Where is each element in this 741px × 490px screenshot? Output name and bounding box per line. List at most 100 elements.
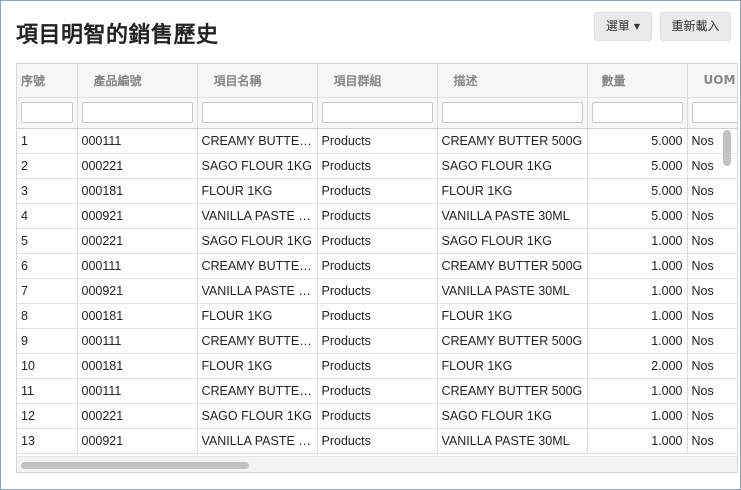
cell-item-group[interactable]: Products xyxy=(317,428,438,454)
cell-row-number[interactable]: 1 xyxy=(17,128,78,154)
cell-product-code[interactable]: 000921 xyxy=(77,203,198,229)
cell-product-code[interactable]: 000111 xyxy=(77,128,198,154)
cell-quantity[interactable]: 5.000 xyxy=(587,128,688,154)
cell-product-code[interactable]: 000181 xyxy=(77,353,198,379)
filter-input[interactable] xyxy=(201,102,313,123)
cell-description[interactable]: SAGO FLOUR 1KG xyxy=(437,403,588,429)
cell-quantity[interactable]: 1.000 xyxy=(587,303,688,329)
cell-uom[interactable]: Nos xyxy=(687,378,737,404)
cell-item-group[interactable]: Products xyxy=(317,328,438,354)
cell-uom[interactable]: Nos xyxy=(687,253,737,279)
cell-row-number[interactable]: 8 xyxy=(17,303,78,329)
cell-item-name[interactable]: CREAMY BUTTER 500G xyxy=(197,378,318,404)
cell-description[interactable]: VANILLA PASTE 30ML xyxy=(437,203,588,229)
cell-quantity[interactable]: 1.000 xyxy=(587,228,688,254)
table-row[interactable]: 1000111CREAMY BUTTER 500GProductsCREAMY … xyxy=(17,128,737,154)
cell-quantity[interactable]: 2.000 xyxy=(587,353,688,379)
cell-item-name[interactable]: VANILLA PASTE 30ML xyxy=(197,428,318,454)
cell-uom[interactable]: Nos xyxy=(687,353,737,379)
column-header[interactable]: 數量 xyxy=(587,64,688,98)
cell-quantity[interactable]: 1.000 xyxy=(587,328,688,354)
horizontal-scrollbar[interactable] xyxy=(17,456,737,472)
cell-product-code[interactable]: 000111 xyxy=(77,328,198,354)
cell-item-name[interactable]: FLOUR 1KG xyxy=(197,178,318,204)
cell-row-number[interactable]: 4 xyxy=(17,203,78,229)
table-row[interactable]: 10 000181 FLOUR 1KG Products FLOUR 1KG 2.000 N… xyxy=(17,353,737,379)
cell-description[interactable]: FLOUR 1KG xyxy=(437,303,588,329)
cell-quantity[interactable]: 1.000 xyxy=(587,253,688,279)
filter-input[interactable] xyxy=(21,102,73,123)
cell-row-number[interactable]: 3 xyxy=(17,178,78,204)
cell-row-number[interactable]: 10 xyxy=(17,353,78,379)
cell-item-name[interactable]: SAGO FLOUR 1KG xyxy=(197,228,318,254)
table-row[interactable]: 8 000181 FLOUR 1KG Products FLOUR 1KG 1.000 No… xyxy=(17,303,737,329)
cell-description[interactable]: VANILLA PASTE 30ML xyxy=(437,278,588,304)
cell-description[interactable]: CREAMY BUTTER 500G xyxy=(437,328,588,354)
cell-item-group[interactable]: Products xyxy=(317,353,438,379)
table-row[interactable]: 3 000181 FLOUR 1KG Products FLOUR 1KG 5.000 No… xyxy=(17,178,737,204)
table-row[interactable]: 4 000921 VANILLA PASTE 30ML Products VANILLA… xyxy=(17,203,737,229)
cell-product-code[interactable]: 000921 xyxy=(77,428,198,454)
cell-product-code[interactable]: 000181 xyxy=(77,303,198,329)
cell-row-number[interactable]: 2 xyxy=(17,153,78,179)
horizontal-scrollbar-thumb[interactable] xyxy=(21,462,249,469)
cell-uom[interactable]: Nos xyxy=(687,328,737,354)
cell-item-group[interactable]: Products xyxy=(317,203,438,229)
cell-product-code[interactable]: 000221 xyxy=(77,228,198,254)
cell-quantity[interactable]: 5.000 xyxy=(587,203,688,229)
filter-input[interactable] xyxy=(81,102,193,123)
cell-description[interactable]: CREAMY BUTTER 500G xyxy=(437,378,588,404)
cell-quantity[interactable]: 5.000 xyxy=(587,178,688,204)
cell-item-group[interactable]: Products xyxy=(317,378,438,404)
cell-description[interactable]: CREAMY BUTTER 500G xyxy=(437,128,588,154)
cell-product-code[interactable]: 000111 xyxy=(77,253,198,279)
cell-product-code[interactable]: 000921 xyxy=(77,278,198,304)
cell-item-name[interactable]: FLOUR 1KG xyxy=(197,303,318,329)
column-header[interactable]: 項目名稱 xyxy=(197,64,318,98)
cell-item-group[interactable]: Products xyxy=(317,303,438,329)
cell-uom[interactable]: Nos xyxy=(687,303,737,329)
cell-item-group[interactable]: Products xyxy=(317,403,438,429)
cell-quantity[interactable]: 1.000 xyxy=(587,428,688,454)
cell-row-number[interactable]: 13 xyxy=(17,428,78,454)
filter-input[interactable] xyxy=(441,102,583,123)
cell-description[interactable]: SAGO FLOUR 1KG xyxy=(437,228,588,254)
grid-viewport[interactable]: 序號 產品編號 項目名稱 項目群組 描述 數量 UOM 1 000111 CRE… xyxy=(17,64,737,454)
table-row[interactable]: 12 000221 SAGO FLOUR 1KG Products SAGO FLOUR… xyxy=(17,403,737,429)
cell-item-name[interactable]: FLOUR 1KG xyxy=(197,353,318,379)
table-row[interactable]: 6000111CREAMY BUTTER 500GProductsCREAMY … xyxy=(17,253,737,279)
column-header[interactable]: 序號 xyxy=(17,64,78,98)
cell-uom[interactable]: Nos xyxy=(687,203,737,229)
cell-product-code[interactable]: 000221 xyxy=(77,403,198,429)
cell-item-name[interactable]: VANILLA PASTE 30ML xyxy=(197,278,318,304)
cell-item-name[interactable]: SAGO FLOUR 1KG xyxy=(197,153,318,179)
table-row[interactable]: 9000111CREAMY BUTTER 500GProductsCREAMY … xyxy=(17,328,737,354)
filter-input[interactable] xyxy=(591,102,683,123)
cell-uom[interactable]: Nos xyxy=(687,428,737,454)
menu-dropdown-button[interactable]: 選單 ▼ xyxy=(594,12,652,41)
filter-input[interactable] xyxy=(691,102,737,123)
cell-product-code[interactable]: 000221 xyxy=(77,153,198,179)
cell-item-name[interactable]: CREAMY BUTTER 500G xyxy=(197,253,318,279)
column-header[interactable]: 產品編號 xyxy=(77,64,198,98)
cell-uom[interactable]: Nos xyxy=(687,403,737,429)
cell-item-name[interactable]: SAGO FLOUR 1KG xyxy=(197,403,318,429)
cell-item-group[interactable]: Products xyxy=(317,228,438,254)
cell-item-group[interactable]: Products xyxy=(317,278,438,304)
cell-row-number[interactable]: 11 xyxy=(17,378,78,404)
cell-quantity[interactable]: 1.000 xyxy=(587,403,688,429)
cell-product-code[interactable]: 000181 xyxy=(77,178,198,204)
column-header[interactable]: 描述 xyxy=(437,64,588,98)
cell-uom[interactable]: Nos xyxy=(687,228,737,254)
cell-quantity[interactable]: 5.000 xyxy=(587,153,688,179)
cell-row-number[interactable]: 6 xyxy=(17,253,78,279)
cell-uom[interactable]: Nos xyxy=(687,178,737,204)
cell-product-code[interactable]: 000111 xyxy=(77,378,198,404)
cell-item-group[interactable]: Products xyxy=(317,253,438,279)
table-row[interactable]: 5 000221 SAGO FLOUR 1KG Products SAGO FLOUR … xyxy=(17,228,737,254)
cell-item-name[interactable]: CREAMY BUTTER 500G xyxy=(197,128,318,154)
cell-description[interactable]: SAGO FLOUR 1KG xyxy=(437,153,588,179)
cell-item-name[interactable]: CREAMY BUTTER 500G xyxy=(197,328,318,354)
table-row[interactable]: 2 000221 SAGO FLOUR 1KG Products SAGO FLOUR … xyxy=(17,153,737,179)
cell-quantity[interactable]: 1.000 xyxy=(587,278,688,304)
